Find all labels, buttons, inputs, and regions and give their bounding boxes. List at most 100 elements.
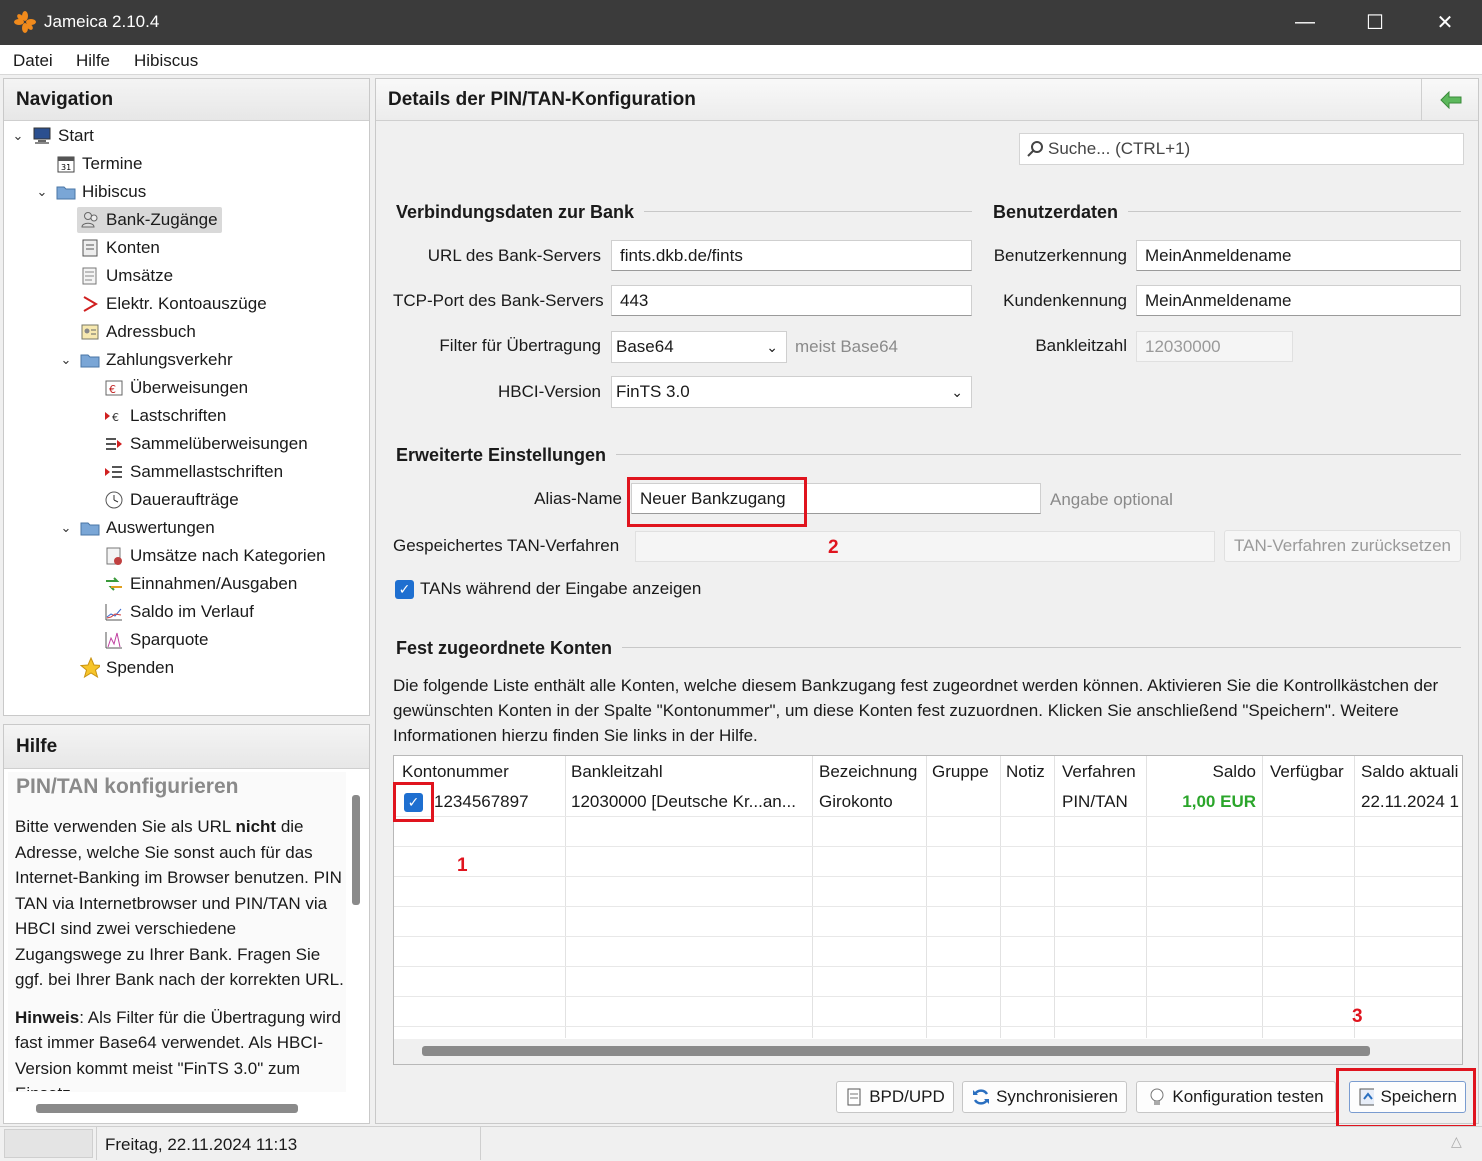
port-field[interactable]: 443 bbox=[611, 285, 972, 316]
userid-field[interactable]: MeinAnmeldename bbox=[1136, 240, 1461, 271]
cell-saldo[interactable]: 1,00 EUR bbox=[1146, 792, 1256, 812]
transactions-icon bbox=[80, 266, 100, 286]
back-button[interactable] bbox=[1421, 79, 1479, 121]
section-accounts-title: Fest zugeordnete Konten bbox=[396, 638, 623, 659]
section-connection-title: Verbindungsdaten zur Bank bbox=[396, 202, 645, 223]
cell-bankleitzahl[interactable]: 12030000 [Deutsche Kr...an... bbox=[571, 792, 796, 812]
customer-field[interactable]: MeinAnmeldename bbox=[1136, 285, 1461, 316]
url-label: URL des Bank-Servers bbox=[427, 246, 601, 265]
userid-label: Benutzerkennung bbox=[993, 246, 1127, 265]
accounts-description: Die folgende Liste enthält alle Konten, … bbox=[393, 676, 1439, 745]
menu-hilfe[interactable]: Hilfe bbox=[76, 51, 110, 71]
filter-select[interactable]: Base64 ⌄ bbox=[611, 331, 787, 363]
chevron-down-icon: ⌄ bbox=[951, 383, 963, 400]
nav-item-sparquote[interactable]: Sparquote bbox=[104, 627, 208, 653]
calendar-icon: 31 bbox=[56, 154, 76, 174]
menu-datei[interactable]: Datei bbox=[13, 51, 53, 71]
alias-hint: Angabe optional bbox=[1050, 490, 1173, 509]
folder-icon bbox=[56, 182, 76, 202]
help-title: Hilfe bbox=[4, 725, 369, 769]
close-button[interactable]: ✕ bbox=[1410, 0, 1480, 45]
column-header-bankleitzahl[interactable]: Bankleitzahl bbox=[571, 762, 663, 782]
table-horizontal-scrollbar[interactable] bbox=[422, 1046, 1370, 1056]
nav-item-termine[interactable]: 31 Termine bbox=[56, 151, 142, 177]
jameica-logo-icon bbox=[14, 11, 36, 33]
section-advanced-title: Erweiterte Einstellungen bbox=[396, 445, 617, 466]
nav-item-dauerauftraege[interactable]: Daueraufträge bbox=[104, 487, 239, 513]
nav-item-konten[interactable]: Konten bbox=[80, 235, 160, 261]
nav-item-sammelueberweisungen[interactable]: Sammelüberweisungen bbox=[104, 431, 308, 457]
column-header-verfahren[interactable]: Verfahren bbox=[1062, 762, 1136, 782]
chevron-down-icon[interactable]: ⌄ bbox=[35, 184, 49, 200]
column-header-gruppe[interactable]: Gruppe bbox=[932, 762, 989, 782]
resize-grip-icon[interactable]: △ bbox=[1451, 1133, 1462, 1150]
nav-item-kontoauszuege[interactable]: Elektr. Kontoauszüge bbox=[80, 291, 267, 317]
maximize-button[interactable]: ☐ bbox=[1340, 0, 1410, 45]
help-heading: PIN/TAN konfigurieren bbox=[16, 775, 239, 798]
nav-item-adressbuch[interactable]: Adressbuch bbox=[80, 319, 196, 345]
nav-item-saldo-verlauf[interactable]: Saldo im Verlauf bbox=[104, 599, 254, 625]
help-panel: Hilfe PIN/TAN konfigurieren Bitte verwen… bbox=[3, 724, 370, 1124]
svg-text:31: 31 bbox=[61, 163, 71, 172]
column-header-saldo[interactable]: Saldo bbox=[1146, 762, 1256, 782]
column-header-notiz[interactable]: Notiz bbox=[1006, 762, 1045, 782]
column-header-saldo-aktualisiert[interactable]: Saldo aktuali bbox=[1361, 762, 1458, 782]
accounts-table: Kontonummer Bankleitzahl Bezeichnung Gru… bbox=[393, 755, 1463, 1065]
nav-item-start[interactable]: Start bbox=[32, 123, 94, 149]
chevron-down-icon: ⌄ bbox=[766, 338, 778, 355]
bulk-transfer-icon bbox=[104, 434, 124, 454]
chevron-down-icon[interactable]: ⌄ bbox=[59, 352, 73, 368]
svg-text:€: € bbox=[109, 383, 116, 396]
cell-saldo-aktualisiert[interactable]: 22.11.2024 1 bbox=[1361, 792, 1459, 812]
sync-icon bbox=[973, 1089, 989, 1105]
menu-hibiscus[interactable]: Hibiscus bbox=[134, 51, 198, 71]
nav-item-hibiscus[interactable]: Hibiscus bbox=[56, 179, 146, 205]
column-header-kontonummer[interactable]: Kontonummer bbox=[402, 762, 509, 782]
customer-label: Kundenkennung bbox=[1003, 291, 1127, 310]
back-arrow-icon bbox=[1439, 91, 1461, 109]
blz-field: 12030000 bbox=[1136, 331, 1293, 362]
hbci-select[interactable]: FinTS 3.0 ⌄ bbox=[611, 376, 972, 408]
nav-item-zahlungsverkehr[interactable]: Zahlungsverkehr bbox=[80, 347, 233, 373]
column-header-bezeichnung[interactable]: Bezeichnung bbox=[819, 762, 917, 782]
filter-label: Filter für Übertragung bbox=[439, 336, 601, 355]
nav-item-umsaetze-kategorien[interactable]: Umsätze nach Kategorien bbox=[104, 543, 326, 569]
port-label: TCP-Port des Bank-Servers bbox=[393, 291, 604, 310]
bulk-debit-icon bbox=[104, 462, 124, 482]
status-bar: Freitag, 22.11.2024 11:13 △ bbox=[0, 1126, 1482, 1161]
category-icon bbox=[104, 546, 124, 566]
search-icon bbox=[1027, 141, 1043, 157]
chevron-down-icon[interactable]: ⌄ bbox=[11, 128, 25, 144]
section-user-title: Benutzerdaten bbox=[993, 202, 1129, 223]
cell-verfahren[interactable]: PIN/TAN bbox=[1062, 792, 1128, 812]
bpd-upd-button[interactable]: BPD/UPD bbox=[836, 1081, 954, 1113]
minimize-button[interactable]: — bbox=[1270, 0, 1340, 45]
help-vertical-scrollbar[interactable] bbox=[352, 795, 360, 905]
nav-item-auswertungen[interactable]: Auswertungen bbox=[80, 515, 215, 541]
search-input[interactable]: Suche... (CTRL+1) bbox=[1019, 133, 1464, 165]
nav-item-umsaetze[interactable]: Umsätze bbox=[80, 263, 173, 289]
cell-bezeichnung[interactable]: Girokonto bbox=[819, 792, 893, 812]
transfer-icon: € bbox=[104, 378, 124, 398]
tan-label: Gespeichertes TAN-Verfahren bbox=[393, 536, 620, 555]
nav-item-spenden[interactable]: Spenden bbox=[80, 655, 174, 681]
hbci-label: HBCI-Version bbox=[498, 382, 601, 401]
help-horizontal-scrollbar[interactable] bbox=[36, 1104, 298, 1113]
column-header-verfuegbar[interactable]: Verfügbar bbox=[1270, 762, 1344, 782]
nav-item-bank-zugaenge[interactable]: Bank-Zugänge bbox=[77, 207, 222, 233]
folder-icon bbox=[80, 350, 100, 370]
nav-item-lastschriften[interactable]: € Lastschriften bbox=[104, 403, 226, 429]
sync-button[interactable]: Synchronisieren bbox=[962, 1081, 1127, 1113]
url-field[interactable]: fints.dkb.de/fints bbox=[611, 240, 972, 271]
nav-item-ueberweisungen[interactable]: € Überweisungen bbox=[104, 375, 248, 401]
show-tans-checkbox[interactable]: ✓ bbox=[395, 580, 414, 599]
nav-item-einnahmen-ausgaben[interactable]: Einnahmen/Ausgaben bbox=[104, 571, 297, 597]
cell-kontonummer[interactable]: 1234567897 bbox=[434, 792, 529, 812]
chart-icon bbox=[104, 602, 124, 622]
svg-text:€: € bbox=[112, 411, 119, 424]
nav-item-sammellastschriften[interactable]: Sammellastschriften bbox=[104, 459, 283, 485]
tan-reset-button[interactable]: TAN-Verfahren zurücksetzen bbox=[1224, 530, 1461, 562]
chevron-down-icon[interactable]: ⌄ bbox=[59, 520, 73, 536]
account-icon bbox=[80, 238, 100, 258]
test-config-button[interactable]: Konfiguration testen bbox=[1136, 1081, 1336, 1113]
